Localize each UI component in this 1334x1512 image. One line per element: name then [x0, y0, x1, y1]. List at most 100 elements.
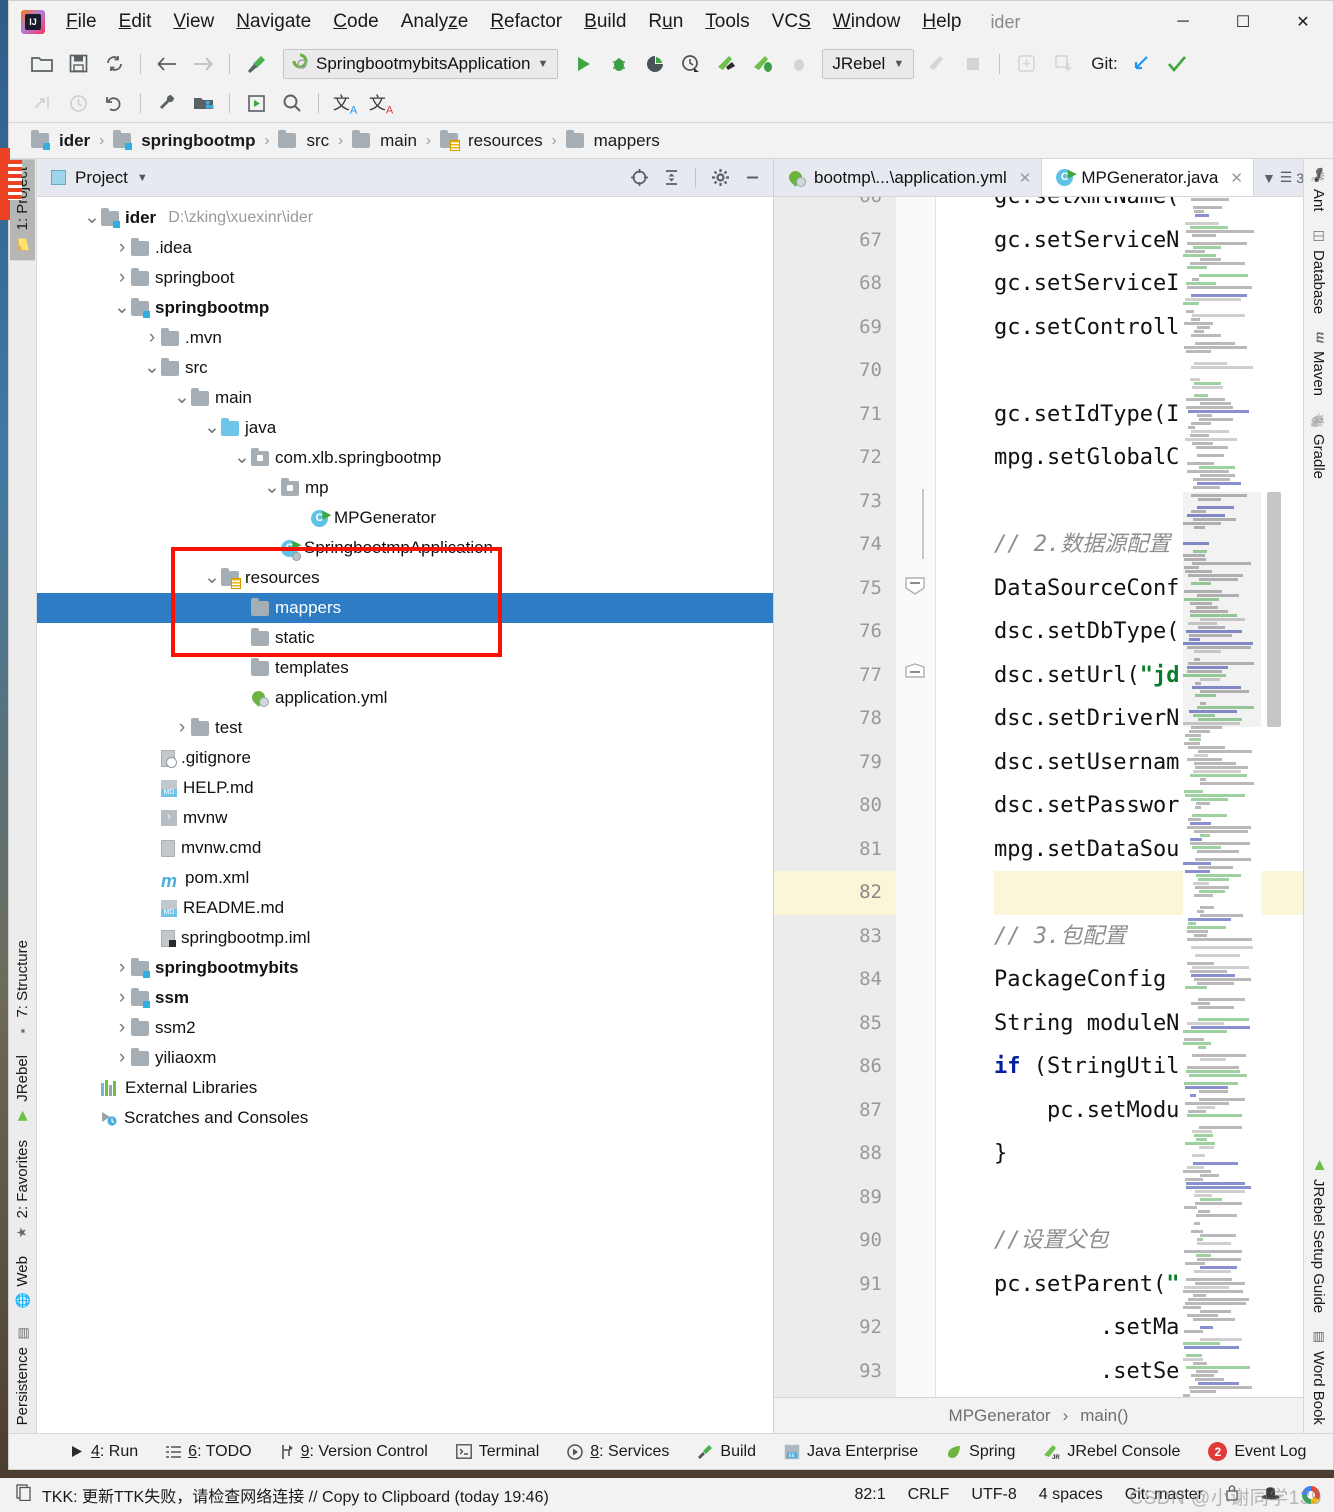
- sidebar-item-word-book[interactable]: ▤ Word Book: [1306, 1321, 1331, 1433]
- run-icon[interactable]: [566, 49, 600, 79]
- breadcrumb-item-springbootmp[interactable]: springbootmp: [113, 130, 255, 151]
- code-folding-column[interactable]: [896, 197, 936, 1397]
- sidebar-item-gradle[interactable]: 🐘 Gradle: [1306, 404, 1331, 487]
- sidebar-item-structure[interactable]: ▪ 7: Structure: [10, 932, 35, 1047]
- tree-item-ssm2[interactable]: › ssm2: [37, 1013, 773, 1043]
- line-separator[interactable]: CRLF: [908, 1486, 950, 1504]
- tool-window-build[interactable]: Build: [683, 1440, 770, 1464]
- tree-item-springbootmybits[interactable]: › springbootmybits: [37, 953, 773, 983]
- chevron-down-icon[interactable]: ⌄: [263, 478, 281, 497]
- menu-item-help[interactable]: Help: [911, 8, 972, 36]
- tree-item-templates[interactable]: templates: [37, 653, 773, 683]
- jrebel-run-icon[interactable]: [710, 49, 744, 79]
- sidebar-item-ant[interactable]: 🐜 Ant: [1306, 159, 1331, 220]
- tree-item-springbootmp[interactable]: ⌄ springbootmp: [37, 293, 773, 323]
- sync-icon[interactable]: [97, 49, 131, 79]
- chevron-right-icon[interactable]: ›: [113, 267, 131, 289]
- caret-position[interactable]: 82:1: [854, 1486, 885, 1504]
- chevron-down-icon[interactable]: ⌄: [203, 568, 221, 587]
- chevron-right-icon[interactable]: ›: [113, 957, 131, 979]
- stop-icon[interactable]: [956, 49, 990, 79]
- sidebar-item-web[interactable]: 🌐 Web: [10, 1248, 35, 1317]
- tool-window-java-enterprise[interactable]: EE Java Enterprise: [770, 1440, 932, 1464]
- menu-item-vcs[interactable]: VCS: [761, 8, 822, 36]
- code-minimap[interactable]: [1183, 197, 1261, 1397]
- tree-item-ider[interactable]: ⌄ ider D:\zking\xuexinr\ider: [37, 203, 773, 233]
- breadcrumb-method[interactable]: main(): [1080, 1406, 1128, 1426]
- tool-window-4-run[interactable]: 4: Run: [55, 1440, 152, 1464]
- chevron-right-icon[interactable]: ›: [143, 327, 161, 349]
- git-commit-check-icon[interactable]: [1160, 49, 1194, 79]
- editor-tab-mpgenerator-java[interactable]: C ▶ MPGenerator.java ✕: [1042, 159, 1254, 196]
- profiler-icon[interactable]: [674, 49, 708, 79]
- menu-item-window[interactable]: Window: [822, 8, 912, 36]
- editor-scrollbar[interactable]: [1267, 197, 1281, 1397]
- minimap-viewport[interactable]: [1183, 492, 1261, 727]
- back-arrow-icon[interactable]: [150, 49, 184, 79]
- menu-item-edit[interactable]: Edit: [108, 8, 163, 36]
- menu-item-file[interactable]: File: [55, 8, 108, 36]
- close-icon[interactable]: ✕: [1230, 169, 1243, 187]
- save-icon[interactable]: [61, 49, 95, 79]
- settings-gear-icon[interactable]: [705, 164, 735, 192]
- tree-item-yiliaoxm[interactable]: › yiliaoxm: [37, 1043, 773, 1073]
- breadcrumb-item-src[interactable]: src: [278, 130, 329, 151]
- jrebel-selector[interactable]: JRebel ▼: [822, 48, 915, 79]
- tree-item-main[interactable]: ⌄ main: [37, 383, 773, 413]
- chevron-down-icon[interactable]: ⌄: [113, 298, 131, 317]
- close-icon[interactable]: ✕: [1019, 169, 1032, 187]
- code-editor[interactable]: 66 67 68 69 70 71 72 73 74 75 76 77 78 79 80 81 82 83 84 85…: [774, 197, 1303, 1397]
- indent-setting[interactable]: 4 spaces: [1039, 1486, 1103, 1504]
- tree-item--idea[interactable]: › .idea: [37, 233, 773, 263]
- tool-window-spring[interactable]: Spring: [932, 1440, 1029, 1464]
- attach-debugger-icon[interactable]: [782, 49, 816, 79]
- chevron-right-icon[interactable]: ›: [113, 237, 131, 259]
- tree-item-pom-xml[interactable]: m pom.xml: [37, 863, 773, 893]
- update-project-icon[interactable]: [920, 49, 954, 79]
- menu-item-build[interactable]: Build: [573, 8, 637, 36]
- jump-to-source-icon[interactable]: [25, 88, 59, 118]
- tool-window-terminal[interactable]: Terminal: [442, 1440, 553, 1464]
- breadcrumb-class[interactable]: MPGenerator: [949, 1406, 1051, 1426]
- tree-item-java[interactable]: ⌄ java: [37, 413, 773, 443]
- tree-item-src[interactable]: ⌄ src: [37, 353, 773, 383]
- chevron-down-icon[interactable]: ▼: [137, 172, 148, 184]
- tool-window-jrebel-console[interactable]: JR JRebel Console: [1029, 1440, 1194, 1464]
- chevron-right-icon[interactable]: ›: [173, 717, 191, 739]
- tree-item-static[interactable]: static: [37, 623, 773, 653]
- scrollbar-thumb[interactable]: [1267, 492, 1281, 727]
- menu-item-code[interactable]: Code: [322, 8, 389, 36]
- menu-item-tools[interactable]: Tools: [694, 8, 760, 36]
- menu-item-view[interactable]: View: [162, 8, 225, 36]
- translate-icon[interactable]: 文A: [328, 88, 362, 118]
- pull-icon[interactable]: [1045, 49, 1079, 79]
- chevron-right-icon[interactable]: ›: [113, 1047, 131, 1069]
- tree-item-application-yml[interactable]: application.yml: [37, 683, 773, 713]
- build-hammer-icon[interactable]: [239, 49, 273, 79]
- menu-item-run[interactable]: Run: [637, 8, 694, 36]
- tree-item-springboot[interactable]: › springboot: [37, 263, 773, 293]
- tree-item-mvnw[interactable]: › mvnw: [37, 803, 773, 833]
- tool-window-event-log[interactable]: 2 Event Log: [1194, 1439, 1320, 1464]
- locate-target-icon[interactable]: [624, 164, 654, 192]
- close-button[interactable]: ✕: [1273, 1, 1333, 43]
- sidebar-item-maven[interactable]: m Maven: [1306, 322, 1331, 404]
- tree-item-mpgenerator[interactable]: C ▶ MPGenerator: [37, 503, 773, 533]
- run-configuration-selector[interactable]: SpringbootmybitsApplication ▼: [283, 48, 559, 79]
- tree-item-resources[interactable]: ⌄ resources: [37, 563, 773, 593]
- chevron-down-icon[interactable]: ▼: [1262, 170, 1276, 186]
- history-icon[interactable]: [61, 88, 95, 118]
- forward-arrow-icon[interactable]: [186, 49, 220, 79]
- commit-icon[interactable]: [1009, 49, 1043, 79]
- breadcrumb-item-main[interactable]: main: [352, 130, 417, 151]
- breadcrumb-item-mappers[interactable]: mappers: [565, 130, 660, 151]
- jrebel-debug-icon[interactable]: [746, 49, 780, 79]
- sidebar-item-favorites[interactable]: ★ 2: Favorites: [10, 1132, 35, 1248]
- sidebar-item-database[interactable]: ◫ Database: [1306, 220, 1331, 322]
- git-update-icon[interactable]: [1124, 49, 1158, 79]
- tree-item-mp[interactable]: ⌄ mp: [37, 473, 773, 503]
- minimize-button[interactable]: ─: [1153, 1, 1213, 43]
- run-coverage-icon[interactable]: [638, 49, 672, 79]
- chevron-down-icon[interactable]: ⌄: [233, 448, 251, 467]
- tree-item-springbootmpapplication[interactable]: C ▶ SpringbootmpApplication: [37, 533, 773, 563]
